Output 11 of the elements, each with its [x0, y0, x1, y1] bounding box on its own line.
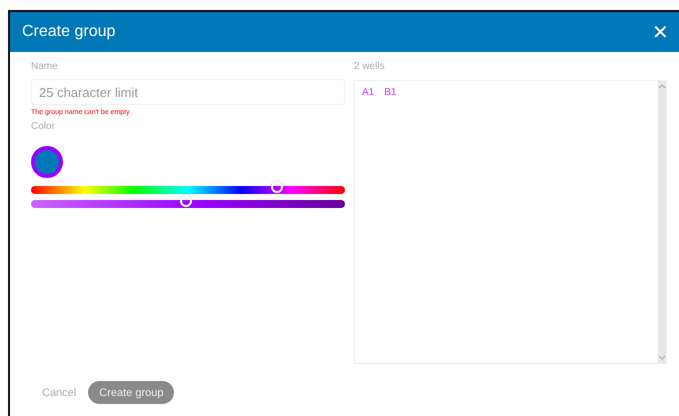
color-swatch[interactable] — [31, 146, 63, 178]
slider-thumb[interactable] — [270, 181, 283, 193]
slider-thumb[interactable] — [180, 195, 192, 207]
field-label: Color — [31, 120, 56, 134]
name-field[interactable]: 25 character limit — [31, 79, 345, 105]
well-tag: A1 — [362, 87, 374, 98]
well-tag: B1 — [384, 87, 396, 98]
field-label: Name — [31, 60, 59, 74]
wells-label: 2 wells — [354, 60, 386, 74]
window-title: Create group — [22, 23, 116, 41]
close-button[interactable]: ✕ — [650, 20, 671, 44]
